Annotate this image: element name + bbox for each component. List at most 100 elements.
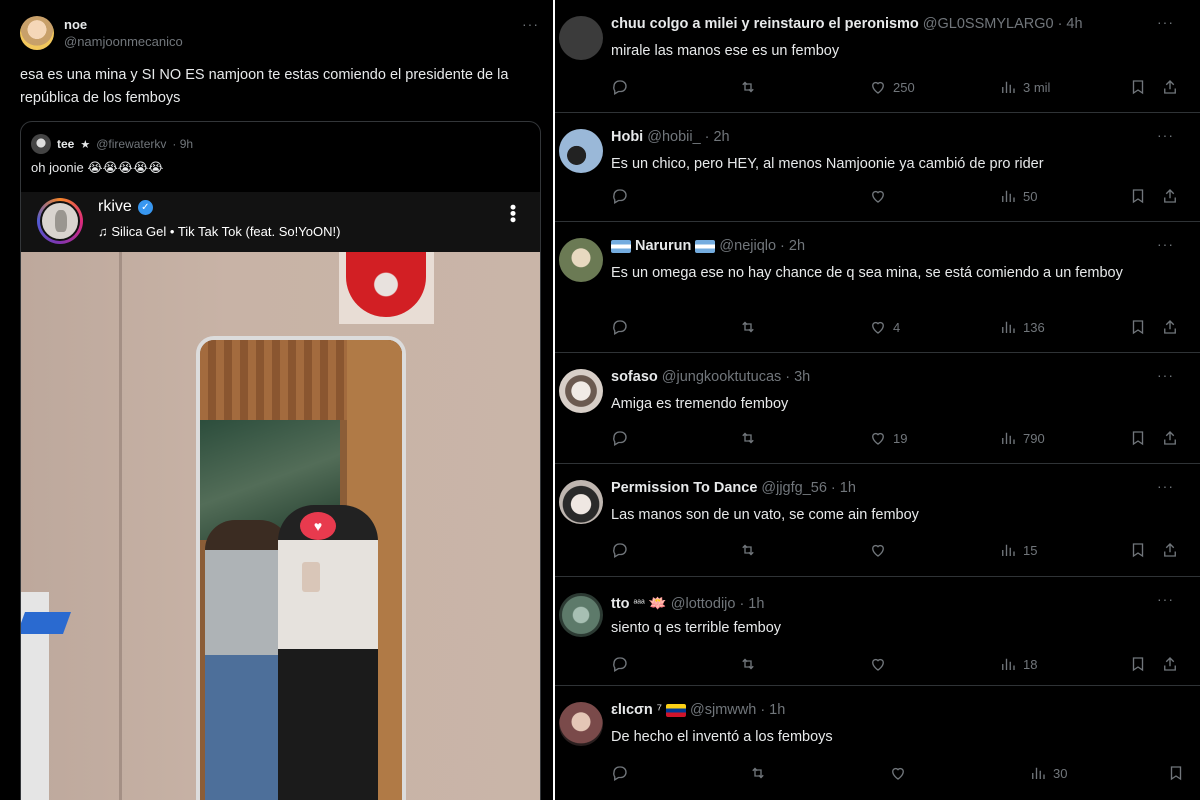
reply-author-handle[interactable]: @jjgfg_56 — [761, 480, 827, 496]
more-icon[interactable]: ··· — [1157, 367, 1174, 383]
share-icon[interactable] — [1161, 318, 1179, 336]
reply-icon[interactable] — [611, 78, 629, 96]
more-icon[interactable]: ··· — [1157, 14, 1174, 30]
quoted-tweet[interactable]: tee ★ @firewaterkv · 9h oh joonie 😭😭😭😭😭 … — [20, 121, 541, 800]
view-count: 15 — [1023, 542, 1038, 558]
music-note-icon: ♫ — [98, 224, 108, 239]
more-icon[interactable]: ••• — [503, 204, 523, 223]
bookmark-icon[interactable] — [1129, 318, 1147, 336]
avatar[interactable] — [559, 16, 603, 60]
retweet-icon[interactable] — [739, 318, 757, 336]
reply-author-handle[interactable]: @hobii_ — [647, 129, 700, 145]
retweet-icon[interactable] — [739, 78, 757, 96]
bookmark-icon[interactable] — [1129, 187, 1147, 205]
reply-author-handle[interactable]: @lottodijo — [671, 596, 736, 612]
more-icon[interactable]: ··· — [1157, 127, 1174, 143]
reply-text: Es un omega ese no hay chance de q sea m… — [611, 265, 1123, 281]
avatar[interactable] — [559, 480, 603, 524]
share-icon[interactable] — [1161, 655, 1179, 673]
reply-icon[interactable] — [611, 429, 629, 447]
reply[interactable]: tto ᵃᵃᵃ 🪷 @lottodijo · 1h ··· siento q e… — [555, 577, 1200, 686]
bookmark-icon[interactable] — [1129, 655, 1147, 673]
view-count: 50 — [1023, 188, 1038, 204]
reply[interactable]: Permission To Dance @jjgfg_56 · 1h ··· L… — [555, 464, 1200, 577]
share-icon[interactable] — [1161, 78, 1179, 96]
like-icon[interactable]: 250 — [869, 78, 915, 96]
views-icon[interactable]: 790 — [999, 429, 1045, 447]
more-icon[interactable]: ··· — [1157, 236, 1174, 252]
star-badge: ★ — [80, 138, 91, 151]
avatar[interactable] — [559, 369, 603, 413]
reply[interactable]: sofaso @jungkooktutucas · 3h ··· Amiga e… — [555, 353, 1200, 464]
author-handle[interactable]: @namjoonmecanico — [64, 33, 183, 50]
reply[interactable]: εlιcσn ⁷ @sjmwwh · 1h De hecho el invent… — [555, 686, 1200, 800]
reply-time: · 4h — [1057, 16, 1083, 32]
quoted-text: oh joonie 😭😭😭😭😭 — [31, 160, 164, 175]
avatar[interactable] — [559, 593, 603, 637]
reply-author-handle[interactable]: @GL0SSMYLARG0 — [923, 16, 1054, 32]
argentina-flag-icon — [695, 239, 716, 253]
views-icon[interactable]: 136 — [999, 318, 1045, 336]
views-icon[interactable]: 50 — [999, 187, 1037, 205]
like-icon[interactable] — [869, 541, 893, 559]
reply-icon[interactable] — [611, 764, 629, 782]
retweet-icon[interactable] — [749, 764, 767, 782]
reply-author-name[interactable]: chuu colgo a milei y reinstauro el peron… — [611, 16, 919, 32]
like-icon[interactable] — [889, 764, 913, 782]
replies-panel: chuu colgo a milei y reinstauro el peron… — [555, 0, 1200, 800]
reply-text: Amiga es tremendo femboy — [611, 396, 789, 412]
reply[interactable]: Narurun @nejiqlo · 2h ··· Es un omega es… — [555, 222, 1200, 353]
like-icon[interactable] — [869, 187, 893, 205]
reply-author-handle[interactable]: @sjmwwh — [690, 702, 756, 718]
views-icon[interactable]: 3 mil — [999, 78, 1050, 96]
reply-author-handle[interactable]: @nejiqlo — [719, 238, 776, 254]
reply-author-name[interactable]: εlιcσn — [611, 702, 653, 718]
tweet-text: esa es una mina y SI NO ES namjoon te es… — [20, 67, 509, 106]
retweet-icon[interactable] — [739, 655, 757, 673]
reply-author-name[interactable]: sofaso — [611, 369, 658, 385]
more-icon[interactable]: ··· — [1157, 591, 1174, 607]
avatar[interactable] — [559, 238, 603, 282]
reply-time: · 2h — [780, 238, 806, 254]
reply-author-handle[interactable]: @jungkooktutucas — [662, 369, 782, 385]
photo[interactable]: ♥ — [21, 252, 540, 800]
reply-icon[interactable] — [611, 318, 629, 336]
reply-author-name[interactable]: Hobi — [611, 129, 643, 145]
views-icon[interactable]: 15 — [999, 541, 1037, 559]
bookmark-icon[interactable] — [1129, 78, 1147, 96]
venezuela-flag-icon — [666, 703, 687, 717]
avatar[interactable] — [559, 702, 603, 746]
views-icon[interactable]: 30 — [1029, 764, 1067, 782]
avatar[interactable] — [559, 129, 603, 173]
bookmark-icon[interactable] — [1129, 429, 1147, 447]
reply-author-name[interactable]: Narurun — [635, 238, 691, 254]
author-name[interactable]: noe — [64, 16, 183, 33]
quoted-author-name: tee — [57, 137, 75, 151]
view-count: 136 — [1023, 319, 1045, 335]
reply-author-name[interactable]: tto — [611, 596, 630, 612]
bookmark-icon[interactable] — [1167, 764, 1185, 782]
avatar[interactable] — [20, 16, 54, 50]
reply-author-name[interactable]: Permission To Dance — [611, 480, 757, 496]
retweet-icon[interactable] — [739, 429, 757, 447]
reply-icon[interactable] — [611, 655, 629, 673]
bookmark-icon[interactable] — [1129, 541, 1147, 559]
view-count: 790 — [1023, 430, 1045, 446]
reply-text: Es un chico, pero HEY, al menos Namjooni… — [611, 156, 1044, 172]
share-icon[interactable] — [1161, 541, 1179, 559]
reply[interactable]: Hobi @hobii_ · 2h ··· Es un chico, pero … — [555, 113, 1200, 222]
retweet-icon[interactable] — [739, 541, 757, 559]
share-icon[interactable] — [1161, 429, 1179, 447]
more-icon[interactable]: ··· — [1157, 478, 1174, 494]
reply-icon[interactable] — [611, 187, 629, 205]
like-icon[interactable] — [869, 655, 893, 673]
reply[interactable]: chuu colgo a milei y reinstauro el peron… — [555, 0, 1200, 113]
views-icon[interactable]: 18 — [999, 655, 1037, 673]
reply-time: · 3h — [785, 369, 811, 385]
share-icon[interactable] — [1161, 187, 1179, 205]
like-icon[interactable]: 19 — [869, 429, 907, 447]
like-icon[interactable]: 4 — [869, 318, 900, 336]
reply-icon[interactable] — [611, 541, 629, 559]
more-icon[interactable]: ··· — [522, 16, 539, 32]
phone — [302, 562, 320, 592]
